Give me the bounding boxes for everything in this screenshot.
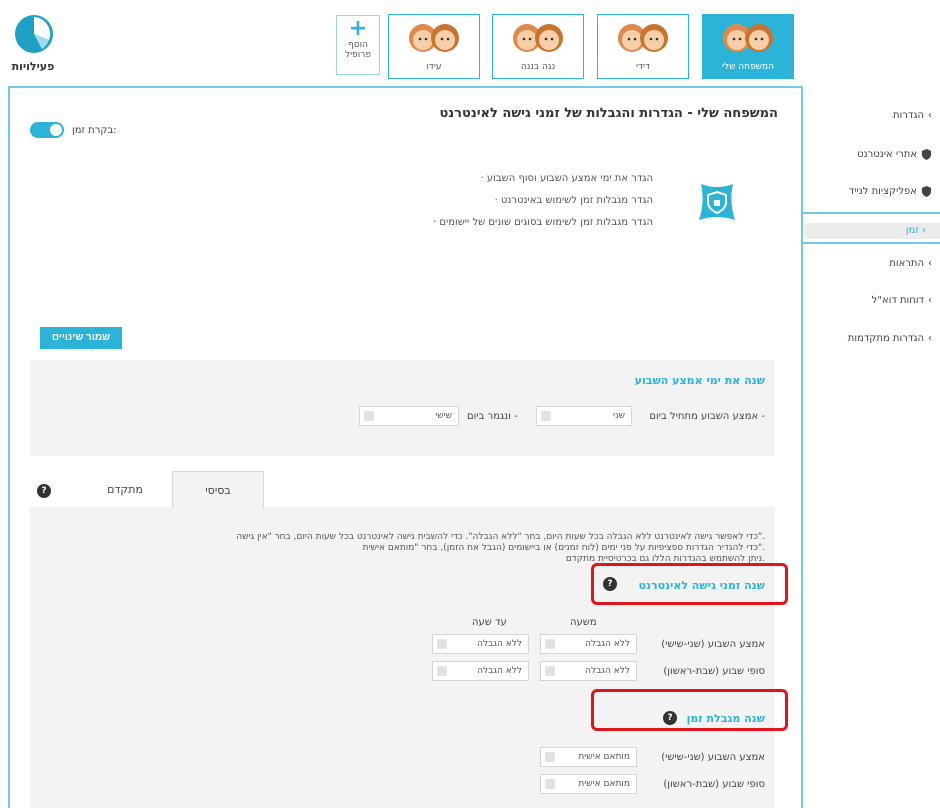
add-profile-label-line1: הוסף [348,40,368,50]
sidebar-item-label: זמן [905,225,919,236]
family-avatar-icon [409,24,459,52]
dropdown-icon [437,666,447,676]
shield-icon [921,186,932,197]
sidebar-item-email-reports[interactable]: דוחות דוא"ל ‹ [812,295,932,306]
shield-lock-icon [699,184,735,220]
dropdown-icon [364,411,374,421]
weekdays-title: שנה את ימי אמצע השבוע [634,374,765,387]
week-end-label: ונגמר ביום - [467,411,518,422]
weekday-limit-label: אמצע השבוע (שני-שישי) [661,752,765,763]
access-times-title[interactable]: שנה זמני גישה לאינטרנט [639,579,765,592]
info-text: כדי לאפשר גישה לאינטרנט ללא הגבלה בכל שע… [175,532,765,565]
dropdown-icon [545,752,555,762]
sidebar-item-time[interactable]: זמן ‹ [805,223,940,239]
help-icon[interactable]: ? [37,484,51,498]
chevron-left-icon: ‹ [928,110,932,121]
family-avatar-icon [618,24,668,52]
dropdown-icon [545,666,555,676]
sidebar-item-label: דוחות דוא"ל [871,295,924,306]
feature-item: · הגדר את ימי אמצע השבוע וסוף השבוע [480,173,653,184]
help-icon[interactable]: ? [663,711,677,725]
dropdown-icon [437,639,447,649]
help-icon[interactable]: ? [603,577,617,591]
col-to-header: עד שעה [472,617,507,628]
info-line: כדי להגדיר הגדרות ספציפיות על פני ימים (… [362,543,765,553]
profile-name: נגה בננה [520,62,556,72]
family-avatar-icon [513,24,563,52]
profile-card-my-family[interactable]: המשפחה שלי [702,14,794,79]
add-profile-label-line2: פרופיל [345,50,371,60]
col-from-header: משעה [570,617,597,628]
week-start-label: אמצע השבוע מתחיל ביום - [649,411,765,422]
sidebar-item-mobile-apps[interactable]: אפליקציות לנייד [812,186,932,197]
weekend-from-select[interactable]: ללא הגבלה [540,661,637,681]
sidebar-item-settings[interactable]: הגדרות ‹ [812,110,932,121]
weekend-access-label: סופי שבוע (שבת-ראשון) [663,666,765,677]
sidebar-item-label: אפליקציות לנייד [848,186,917,197]
chevron-left-icon: ‹ [922,225,926,236]
sidebar-item-websites[interactable]: אתרי אינטרנט [812,149,932,160]
weekday-limit-select[interactable]: מותאם אישית [540,747,637,767]
sidebar-item-label: הגדרות מתקדמות [847,333,924,344]
weekend-to-select[interactable]: ללא הגבלה [432,661,529,681]
sidebar-item-advanced-settings[interactable]: הגדרות מתקדמות ‹ [812,333,932,344]
tab-advanced[interactable]: מתקדם [90,483,160,496]
info-line: כדי לאפשר גישה לאינטרנט ללא הגבלה בכל שע… [236,532,765,542]
sidebar-item-label: התראות [889,258,924,269]
weekday-from-select[interactable]: ללא הגבלה [540,634,637,654]
profile-name: עידו [426,62,442,72]
dropdown-icon [545,639,555,649]
feature-item: · הגדר מגבלות זמן לשימוש בסוגים שונים של… [432,217,653,228]
sidebar-item-label: אתרי אינטרנט [857,149,917,160]
profile-name: המשפחה שלי [721,62,775,72]
save-changes-button[interactable]: שמור שינויים [40,327,122,349]
chevron-left-icon: ‹ [928,295,932,306]
dropdown-icon [541,411,551,421]
chevron-left-icon: ‹ [928,258,932,269]
shield-icon [921,149,932,160]
tab-basic[interactable]: בסיסי [172,471,264,508]
weekend-limit-select[interactable]: מותאם אישית [540,774,637,794]
plus-icon: + [348,16,368,41]
week-start-select[interactable]: שני [536,406,632,426]
feature-item: · הגדר מגבלות זמן לשימוש באינטרנט [494,195,653,206]
activity-pie-icon[interactable] [14,14,54,54]
feature-list: · הגדר את ימי אמצע השבוע וסוף השבוע · הג… [433,168,653,234]
profile-name: דידי [636,62,650,72]
time-limit-title[interactable]: שנה מגבלת זמן [687,712,765,725]
sidebar-item-notifications[interactable]: התראות ‹ [812,258,932,269]
sidebar-item-label: הגדרות [892,110,924,121]
page-title: המשפחה שלי - הגדרות והגבלות של זמני גישה… [439,106,778,121]
week-end-select[interactable]: שישי [359,406,459,426]
profile-card-didi[interactable]: דידי [597,14,689,79]
dropdown-icon [545,779,555,789]
weekday-access-label: אמצע השבוע (שני-שישי) [661,639,765,650]
weekday-to-select[interactable]: ללא הגבלה [432,634,529,654]
add-profile-button[interactable]: + הוסף פרופיל [336,15,380,75]
activity-label[interactable]: פעילויות [8,60,58,73]
weekend-limit-label: סופי שבוע (שבת-ראשון) [663,779,765,790]
family-avatar-icon [723,24,773,52]
profile-card-ido[interactable]: עידו [388,14,480,79]
time-control-label: בקרת זמן: [72,125,117,136]
chevron-left-icon: ‹ [928,333,932,344]
profile-card-noga[interactable]: נגה בננה [492,14,584,79]
sidebar-divider [803,242,940,244]
sidebar-divider [803,212,940,214]
time-control-toggle[interactable] [30,122,64,138]
